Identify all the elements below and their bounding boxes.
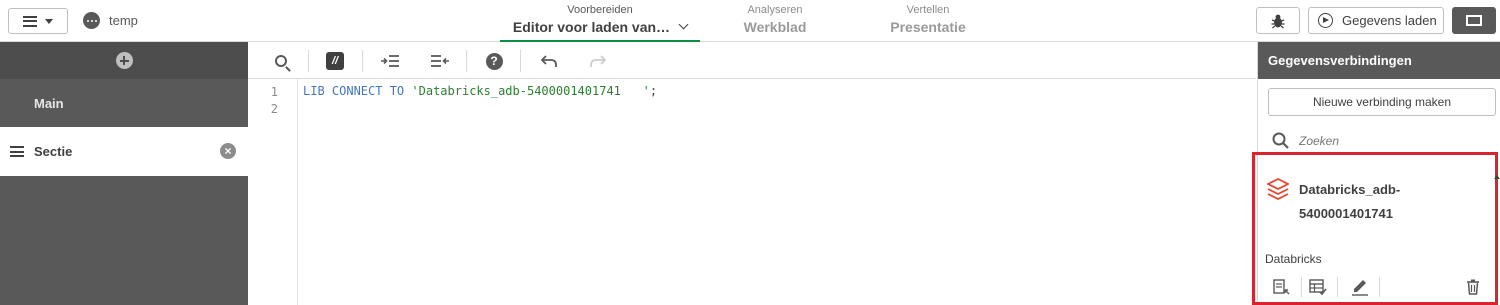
new-connection-button[interactable]: Nieuwe verbinding maken <box>1268 88 1496 116</box>
hamburger-icon <box>23 15 37 27</box>
search-icon <box>1272 132 1289 149</box>
connection-type: Databricks <box>1265 252 1322 266</box>
undo-icon <box>541 55 557 67</box>
divider <box>520 50 521 72</box>
tab-prepare-category: Voorbereiden <box>567 4 633 16</box>
search-icon <box>275 55 287 67</box>
indent-icon <box>381 55 399 67</box>
select-data-icon[interactable] <box>1309 278 1327 296</box>
divider <box>1337 277 1338 297</box>
section-item-sectie[interactable]: Sectie × <box>0 127 248 176</box>
tab-analyze-category: Analyseren <box>747 4 803 16</box>
bug-icon <box>1271 14 1285 28</box>
connection-card[interactable]: Databricks_adb- 5400001401741 Databricks <box>1252 152 1498 305</box>
tab-prepare[interactable]: Voorbereiden Editor voor laden van… <box>500 4 700 42</box>
toggle-panel-button[interactable] <box>1452 7 1496 34</box>
connection-name-line1: Databricks_adb- <box>1299 182 1401 197</box>
section-item-main[interactable]: Main <box>0 79 248 127</box>
connection-name: Databricks_adb- 5400001401741 <box>1299 178 1479 226</box>
connection-actions <box>1255 272 1495 302</box>
tab-narrate[interactable]: Vertellen Presentatie <box>878 4 978 42</box>
redo-button[interactable] <box>587 50 609 72</box>
divider <box>362 50 363 72</box>
script-editor[interactable]: 1 2 LIB CONNECT TO 'Databricks_adb-54000… <box>248 79 1256 305</box>
debug-button[interactable] <box>1256 7 1300 34</box>
divider <box>308 50 309 72</box>
connection-name-line2: 5400001401741 <box>1299 206 1393 221</box>
sections-panel: Main Sectie × <box>0 42 248 305</box>
divider <box>1301 277 1302 297</box>
tab-narrate-category: Vertellen <box>906 4 950 16</box>
play-icon <box>1318 13 1333 28</box>
data-connections-panel: Gegevensverbindingen Nieuwe verbinding m… <box>1252 42 1500 305</box>
section-label: Sectie <box>34 144 73 159</box>
global-menu-button[interactable] <box>8 8 68 34</box>
panel-title: Gegevensverbindingen <box>1258 42 1500 79</box>
search-button[interactable] <box>270 50 292 72</box>
line-number: 1 <box>270 85 278 99</box>
comment-icon: // <box>326 52 344 70</box>
load-data-label: Gegevens laden <box>1342 13 1437 28</box>
top-bar: temp Voorbereiden Editor voor laden van…… <box>0 0 1500 42</box>
line-gutter: 1 2 <box>248 79 298 305</box>
code-string: 'Databricks_adb-5400001401741 ' <box>411 84 650 98</box>
chevron-down-icon[interactable] <box>678 19 689 30</box>
databricks-icon <box>1267 177 1289 201</box>
code-line[interactable]: LIB CONNECT TO 'Databricks_adb-540000140… <box>303 84 657 98</box>
outdent-icon <box>431 55 449 67</box>
app-name[interactable]: temp <box>109 13 138 28</box>
load-data-button[interactable]: Gegevens laden <box>1308 7 1444 34</box>
app-icon <box>83 12 100 29</box>
indent-button[interactable] <box>379 50 401 72</box>
line-number: 2 <box>270 102 278 116</box>
close-icon[interactable]: × <box>220 143 236 159</box>
drag-handle-icon[interactable] <box>10 146 24 157</box>
add-section-button[interactable] <box>0 42 248 79</box>
plus-icon <box>115 52 133 69</box>
tab-prepare-label: Editor voor laden van… <box>512 19 671 35</box>
caret-down-icon <box>45 18 53 24</box>
tab-analyze-label: Werkblad <box>743 19 807 35</box>
divider <box>1379 277 1380 297</box>
section-label: Main <box>34 95 64 111</box>
divider <box>466 50 467 72</box>
edit-icon[interactable] <box>1351 278 1369 296</box>
editor-toolbar: // ? <box>248 42 1256 79</box>
panel-icon <box>1466 15 1482 26</box>
insert-connect-string-icon[interactable] <box>1272 278 1290 296</box>
tab-narrate-label: Presentatie <box>890 19 966 35</box>
help-button[interactable]: ? <box>483 50 505 72</box>
code-keyword: LIB CONNECT TO <box>303 84 405 98</box>
undo-button[interactable] <box>538 50 560 72</box>
outdent-button[interactable] <box>429 50 451 72</box>
trash-icon[interactable] <box>1464 278 1482 296</box>
code-punctuation: ; <box>649 84 658 98</box>
scroll-up-icon[interactable] <box>1494 175 1500 179</box>
connection-search[interactable] <box>1272 132 1479 150</box>
tab-analyze[interactable]: Analyseren Werkblad <box>725 4 825 42</box>
search-input[interactable] <box>1299 134 1479 148</box>
comment-button[interactable]: // <box>324 50 346 72</box>
redo-icon <box>590 55 606 67</box>
help-icon: ? <box>485 52 503 70</box>
